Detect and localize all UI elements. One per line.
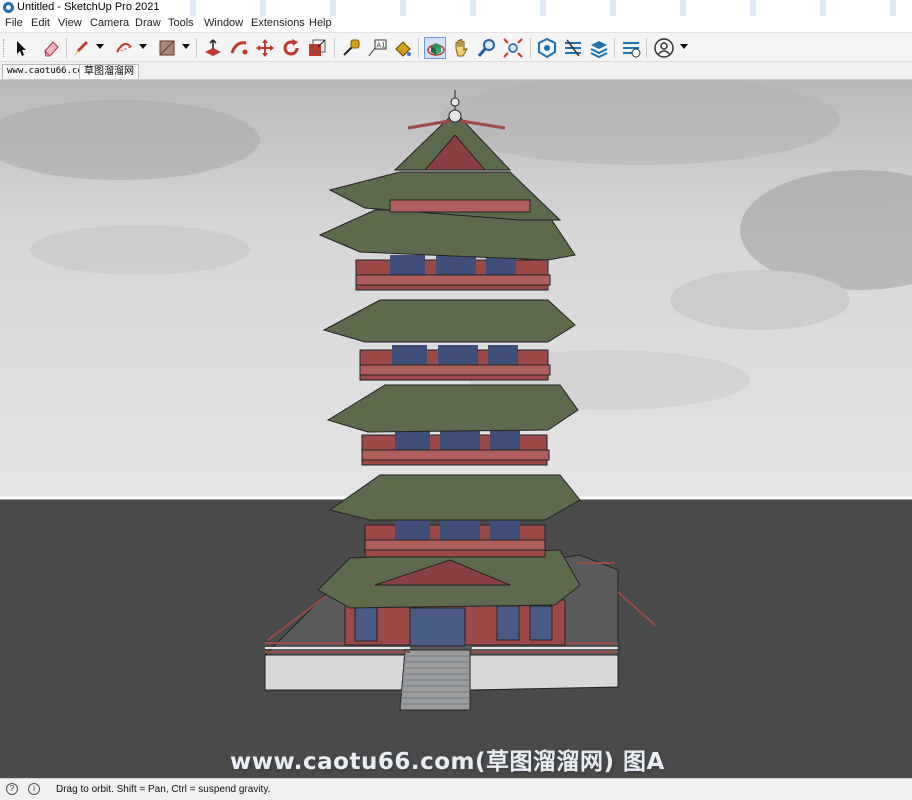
scale-tool[interactable]	[306, 37, 328, 59]
rectangle-tool[interactable]	[156, 37, 178, 59]
push-pull-icon	[205, 38, 221, 56]
3d-warehouse-icon	[538, 37, 556, 59]
pencil-dropdown-arrow[interactable]	[96, 44, 104, 49]
toolbar-separator	[334, 38, 335, 58]
toolbar-separator	[530, 38, 531, 58]
eraser-tool[interactable]	[40, 37, 62, 59]
toolbar-separator	[646, 38, 647, 58]
account-tool[interactable]	[653, 37, 675, 59]
tape-measure-tool[interactable]	[340, 37, 362, 59]
zoom-extents-icon	[503, 38, 523, 58]
paint-bucket-tool[interactable]	[392, 37, 414, 59]
eraser-icon	[44, 41, 59, 57]
tape-measure-icon	[343, 39, 360, 56]
text-tool[interactable]: A1	[366, 37, 388, 59]
geo-location-icon[interactable]: ?	[6, 783, 18, 795]
follow-me-tool[interactable]	[228, 37, 250, 59]
watermark-text: www.caotu66.com(草图溜溜网) 图A	[230, 749, 665, 775]
arc-icon	[116, 42, 132, 53]
menu-view[interactable]: View	[58, 17, 82, 29]
scene-tabs: www.caotu66.com 草图溜溜网	[0, 62, 912, 80]
rectangle-dropdown-arrow[interactable]	[182, 44, 190, 49]
pencil-icon	[75, 41, 88, 55]
arc-tool[interactable]	[113, 37, 135, 59]
pagoda-model-render	[0, 80, 912, 778]
tab-caotu-liuliu[interactable]: 草图溜溜网	[79, 64, 139, 79]
drawing-viewport[interactable]: www.caotu66.com(草图溜溜网) 图A	[0, 80, 912, 778]
blurred-background	[150, 0, 912, 16]
extension-manager-icon	[623, 42, 641, 58]
status-bar: ? i Drag to orbit. Shift = Pan, Ctrl = s…	[0, 778, 912, 800]
arc-dropdown-arrow[interactable]	[139, 44, 147, 49]
svg-text:A1: A1	[377, 42, 386, 50]
sketchup-logo-icon	[3, 2, 14, 13]
pencil-tool[interactable]	[70, 37, 92, 59]
main-toolbar: A1	[0, 32, 912, 62]
menu-tools[interactable]: Tools	[168, 17, 194, 29]
follow-me-icon	[230, 41, 248, 55]
zoom-extents-tool[interactable]	[502, 37, 524, 59]
menu-bar: File Edit View Camera Draw Tools Window …	[0, 16, 912, 32]
info-icon[interactable]: i	[28, 783, 40, 795]
paint-bucket-icon	[395, 41, 411, 57]
layout-tool[interactable]	[588, 37, 610, 59]
menu-window[interactable]: Window	[204, 17, 243, 29]
toolbar-grip[interactable]	[3, 39, 6, 57]
title-bar: Untitled - SketchUp Pro 2021	[0, 0, 912, 16]
extension-warehouse-icon	[565, 39, 581, 57]
hand-icon	[455, 39, 468, 57]
rotate-tool[interactable]	[280, 37, 302, 59]
zoom-tool[interactable]	[476, 37, 498, 59]
magnifier-icon	[477, 39, 495, 57]
scale-icon	[309, 39, 326, 56]
menu-help[interactable]: Help	[309, 17, 332, 29]
status-hint: Drag to orbit. Shift = Pan, Ctrl = suspe…	[56, 784, 271, 795]
user-account-icon	[654, 38, 674, 58]
menu-file[interactable]: File	[5, 17, 23, 29]
select-tool[interactable]	[10, 37, 32, 59]
account-dropdown-arrow[interactable]	[680, 44, 688, 49]
menu-extensions[interactable]: Extensions	[251, 17, 305, 29]
menu-draw[interactable]: Draw	[135, 17, 161, 29]
extension-warehouse-tool[interactable]	[562, 37, 584, 59]
rectangle-icon	[159, 40, 175, 56]
move-icon	[256, 39, 274, 57]
toolbar-separator	[196, 38, 197, 58]
orbit-icon	[427, 43, 445, 56]
pan-tool[interactable]	[450, 37, 472, 59]
toolbar-separator	[614, 38, 615, 58]
orbit-tool[interactable]	[424, 37, 446, 59]
toolbar-separator	[418, 38, 419, 58]
rotate-icon	[283, 39, 299, 56]
menu-camera[interactable]: Camera	[90, 17, 129, 29]
extension-manager-tool[interactable]	[620, 37, 642, 59]
menu-edit[interactable]: Edit	[31, 17, 50, 29]
send-to-layout-icon	[590, 41, 608, 59]
text-label-icon: A1	[368, 39, 387, 57]
warehouse-tool[interactable]	[536, 37, 558, 59]
toolbar-separator	[66, 38, 67, 58]
window-title: Untitled - SketchUp Pro 2021	[17, 1, 160, 13]
arrow-cursor-icon	[17, 41, 26, 56]
push-pull-tool[interactable]	[202, 37, 224, 59]
move-tool[interactable]	[254, 37, 276, 59]
